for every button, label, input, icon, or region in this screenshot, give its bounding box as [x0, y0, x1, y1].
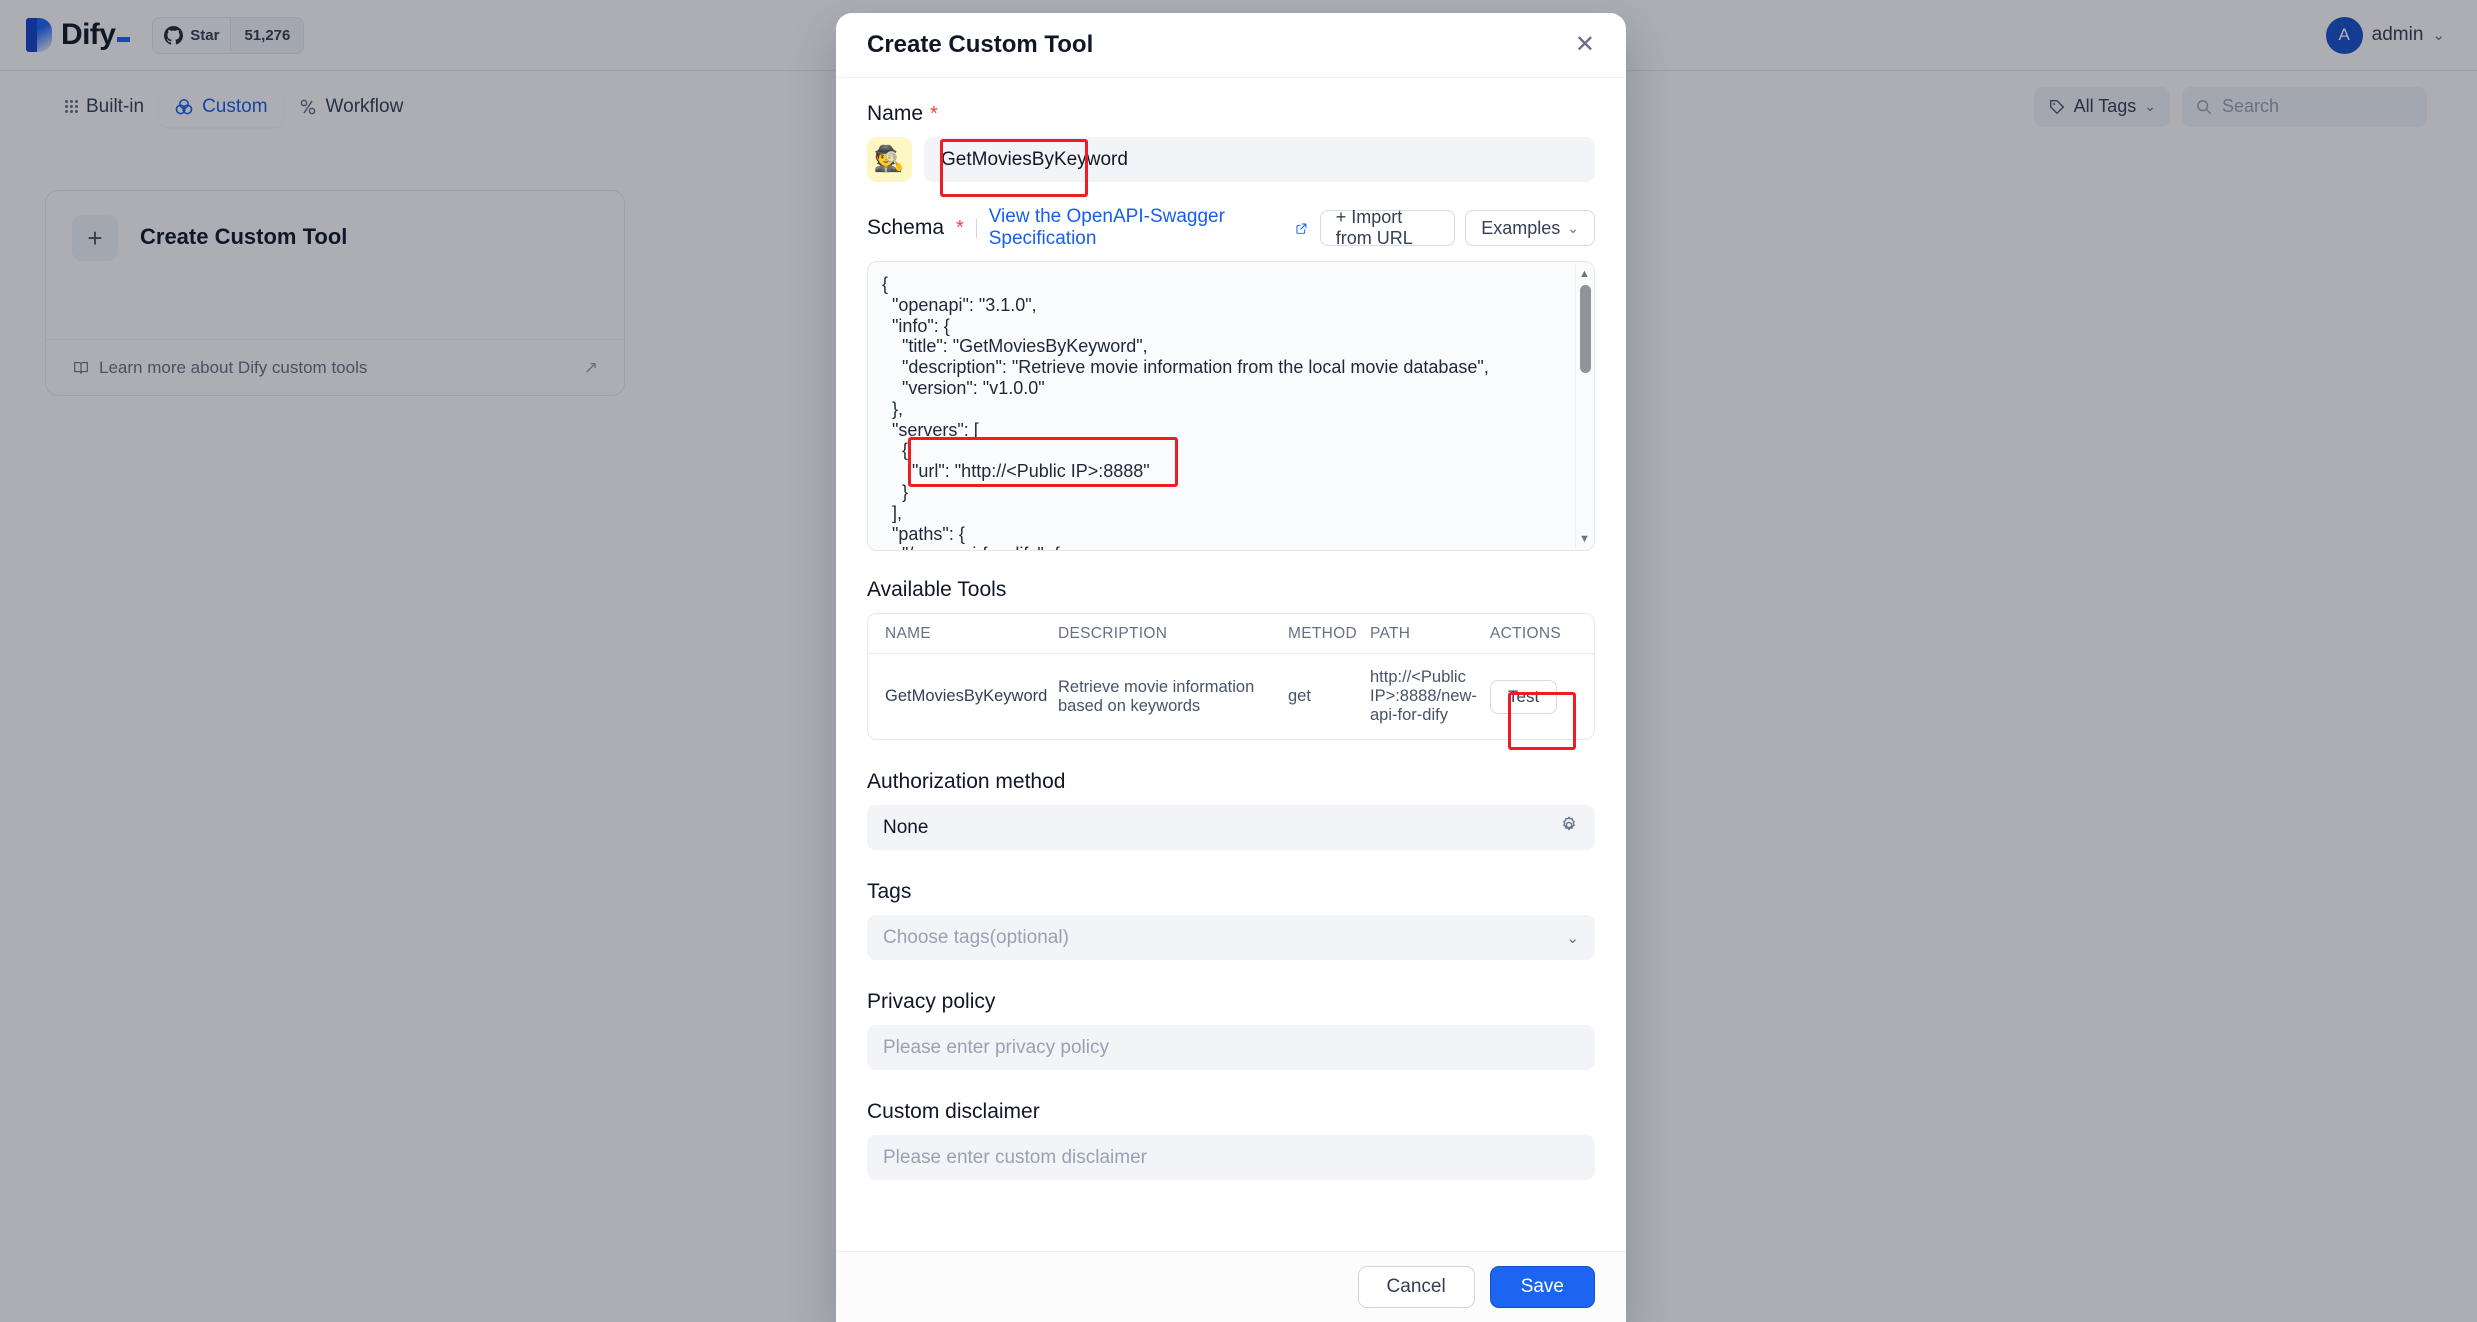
- schema-required-mark: *: [956, 216, 964, 239]
- column-header-name: NAME: [885, 625, 931, 642]
- modal-body: Name * 🕵️ GetMoviesByKeyword Schema * Vi…: [836, 78, 1626, 1251]
- table-row: GetMoviesByKeyword Retrieve movie inform…: [868, 654, 1594, 739]
- external-link-icon: [1296, 223, 1307, 234]
- schema-header: Schema * View the OpenAPI-Swagger Specif…: [867, 206, 1595, 250]
- save-button[interactable]: Save: [1489, 1266, 1595, 1308]
- cell-tool-actions: Test: [1490, 654, 1594, 739]
- column-header-actions: ACTIONS: [1490, 625, 1561, 642]
- custom-disclaimer-label: Custom disclaimer: [867, 1100, 1040, 1123]
- scroll-up-arrow-icon[interactable]: ▲: [1576, 265, 1593, 282]
- tool-emoji-icon[interactable]: 🕵️: [867, 137, 912, 182]
- available-tools-title: Available Tools: [867, 578, 1007, 601]
- name-required-mark: *: [930, 102, 938, 125]
- authorization-select[interactable]: None: [867, 805, 1595, 850]
- column-header-method: METHOD: [1288, 625, 1357, 642]
- close-icon[interactable]: ✕: [1575, 33, 1595, 57]
- cell-tool-method: get: [1288, 687, 1311, 705]
- custom-disclaimer-placeholder: Please enter custom disclaimer: [883, 1146, 1147, 1168]
- privacy-policy-input[interactable]: Please enter privacy policy: [867, 1025, 1595, 1070]
- schema-editor[interactable]: { "openapi": "3.1.0", "info": { "title":…: [867, 261, 1595, 551]
- examples-label: Examples: [1481, 217, 1561, 238]
- privacy-policy-label: Privacy policy: [867, 990, 996, 1013]
- custom-disclaimer-input[interactable]: Please enter custom disclaimer: [867, 1135, 1595, 1180]
- authorization-label: Authorization method: [867, 770, 1066, 793]
- schema-code[interactable]: { "openapi": "3.1.0", "info": { "title":…: [868, 262, 1594, 550]
- tags-select[interactable]: Choose tags(optional) ⌄: [867, 915, 1595, 960]
- modal-title: Create Custom Tool: [867, 31, 1094, 58]
- name-label: Name: [867, 102, 924, 125]
- tool-name-input[interactable]: GetMoviesByKeyword: [924, 137, 1595, 182]
- table-header-row: NAME DESCRIPTION METHOD PATH ACTIONS: [868, 614, 1594, 654]
- gear-icon[interactable]: [1559, 815, 1579, 841]
- openapi-spec-link-label: View the OpenAPI-Swagger Specification: [988, 206, 1225, 249]
- privacy-policy-placeholder: Please enter privacy policy: [883, 1036, 1109, 1058]
- cell-tool-description: Retrieve movie information based on keyw…: [1058, 677, 1255, 715]
- chevron-down-icon: ⌄: [1566, 929, 1579, 947]
- available-tools-table: NAME DESCRIPTION METHOD PATH ACTIONS Get…: [867, 613, 1595, 740]
- scrollbar-thumb[interactable]: [1580, 285, 1591, 373]
- tags-placeholder: Choose tags(optional): [883, 926, 1069, 948]
- openapi-spec-link[interactable]: View the OpenAPI-Swagger Specification: [989, 206, 1308, 250]
- create-custom-tool-modal: Create Custom Tool ✕ Name * 🕵️ GetMovies…: [836, 13, 1626, 1322]
- name-row: 🕵️ GetMoviesByKeyword: [867, 137, 1595, 182]
- cell-tool-name: GetMoviesByKeyword: [885, 687, 1048, 705]
- examples-dropdown[interactable]: Examples ⌄: [1465, 210, 1595, 246]
- tags-label: Tags: [867, 880, 912, 903]
- column-header-description: DESCRIPTION: [1058, 625, 1168, 642]
- cancel-button[interactable]: Cancel: [1357, 1266, 1475, 1308]
- cell-tool-path: http://<Public IP>:8888/new-api-for-dify: [1370, 668, 1477, 724]
- name-label-row: Name *: [867, 102, 1595, 126]
- import-from-url-button[interactable]: + Import from URL: [1319, 207, 1456, 248]
- column-header-path: PATH: [1370, 625, 1411, 642]
- chevron-down-icon: ⌄: [1567, 219, 1579, 236]
- schema-label: Schema: [867, 216, 945, 239]
- authorization-value: None: [883, 816, 929, 838]
- schema-actions: + Import from URL Examples ⌄: [1319, 207, 1595, 248]
- schema-scrollbar[interactable]: ▲ ▼: [1575, 263, 1593, 549]
- modal-header: Create Custom Tool ✕: [836, 13, 1626, 78]
- divider: [975, 218, 977, 238]
- test-button[interactable]: Test: [1490, 679, 1558, 714]
- scroll-down-arrow-icon[interactable]: ▼: [1576, 530, 1593, 547]
- modal-footer: Cancel Save: [836, 1251, 1626, 1322]
